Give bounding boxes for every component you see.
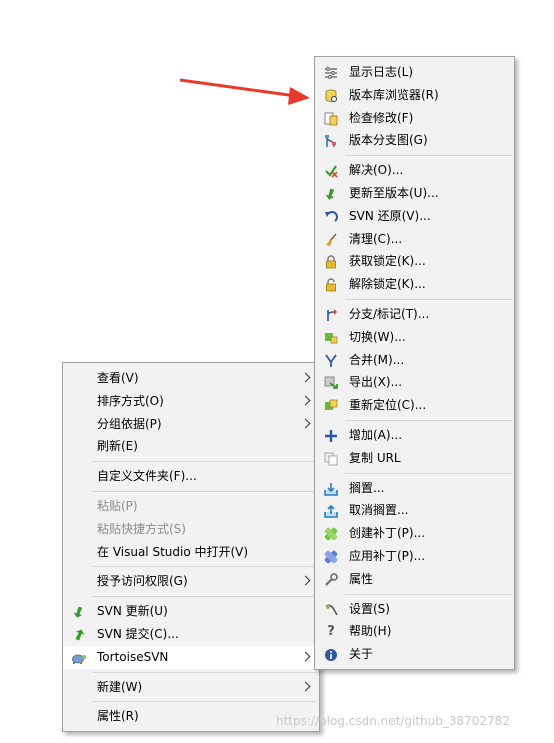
submenu-item-revert[interactable]: SVN 还原(V)... (315, 205, 514, 228)
chevron-right-icon (300, 395, 311, 406)
menu-item-give-access[interactable]: 授予访问权限(G) (63, 570, 319, 593)
resolve-icon (323, 163, 339, 179)
log-icon (323, 65, 339, 81)
menu-item-svn-update[interactable]: SVN 更新(U) (63, 600, 319, 623)
submenu-item-repo-browser[interactable]: 版本库浏览器(R) (315, 84, 514, 107)
chevron-right-icon (300, 372, 311, 383)
menu-item-paste-shortcut: 粘贴快捷方式(S) (97, 521, 186, 536)
submenu-item-settings[interactable]: 设置(S) (315, 598, 514, 621)
menu-item-paste: 粘贴(P) (97, 498, 138, 513)
context-menu: 查看(V) 排序方式(O) 分组依据(P) 刷新(E) 自定义文件夹(F)...… (62, 362, 320, 732)
menu-item-view[interactable]: 查看(V) (63, 367, 319, 390)
submenu-separator (345, 472, 512, 474)
menu-item-refresh[interactable]: 刷新(E) (63, 435, 319, 458)
submenu-item-show-log[interactable]: 显示日志(L) (315, 61, 514, 84)
copy-url-icon (323, 451, 339, 467)
chevron-right-icon (300, 681, 311, 692)
watermark: https://blog.csdn.net/github_38702782 (276, 714, 510, 728)
check-modifications-icon (323, 111, 339, 127)
submenu-item-cleanup[interactable]: 清理(C)... (315, 228, 514, 251)
submenu-separator (345, 298, 512, 300)
apply-patch-icon (323, 549, 339, 565)
merge-icon (323, 353, 339, 369)
cleanup-icon (323, 232, 339, 248)
menu-separator (93, 671, 317, 673)
submenu-item-revision-graph[interactable]: 版本分支图(G) (315, 129, 514, 152)
submenu-item-copy-url[interactable]: 复制 URL (315, 447, 514, 470)
update-icon (323, 186, 339, 202)
submenu-item-release-lock[interactable]: 解除锁定(K)... (315, 273, 514, 296)
chevron-right-icon (300, 575, 311, 586)
annotation-arrow (179, 78, 310, 105)
menu-separator (93, 461, 317, 463)
submenu-item-update-to-revision[interactable]: 更新至版本(U)... (315, 182, 514, 205)
switch-icon (323, 330, 339, 346)
submenu-separator (345, 419, 512, 421)
submenu-item-switch[interactable]: 切换(W)... (315, 326, 514, 349)
create-patch-icon (323, 526, 339, 542)
submenu-item-export[interactable]: 导出(X)... (315, 371, 514, 394)
relocate-icon (323, 398, 339, 414)
svn-commit-icon (71, 627, 87, 643)
submenu-item-create-patch[interactable]: 创建补丁(P)... (315, 522, 514, 545)
unlock-icon (323, 277, 339, 293)
submenu-item-get-lock[interactable]: 获取锁定(K)... (315, 250, 514, 273)
submenu-item-shelve[interactable]: 搁置... (315, 477, 514, 500)
menu-item-customize[interactable]: 自定义文件夹(F)... (63, 465, 319, 488)
menu-separator (93, 596, 317, 598)
menu-item-group[interactable]: 分组依据(P) (63, 413, 319, 436)
settings-icon (323, 602, 339, 618)
menu-item-open-visual-studio[interactable]: 在 Visual Studio 中打开(V) (63, 541, 319, 564)
submenu-item-check-modifications[interactable]: 检查修改(F) (315, 107, 514, 130)
submenu-item-add[interactable]: 增加(A)... (315, 424, 514, 447)
branch-icon (323, 307, 339, 323)
add-icon (323, 428, 339, 444)
revision-graph-icon (323, 133, 339, 149)
submenu-item-properties[interactable]: 属性 (315, 568, 514, 591)
export-icon (323, 375, 339, 391)
submenu-item-help[interactable]: ? 帮助(H) (315, 620, 514, 643)
lock-icon (323, 254, 339, 270)
wrench-icon (323, 572, 339, 588)
tortoisesvn-icon (71, 650, 87, 666)
submenu-item-merge[interactable]: 合并(M)... (315, 349, 514, 372)
repo-browser-icon (323, 88, 339, 104)
revert-icon (323, 209, 339, 225)
submenu-item-apply-patch[interactable]: 应用补丁(P)... (315, 545, 514, 568)
submenu-item-about[interactable]: 关于 (315, 643, 514, 666)
menu-item-svn-commit[interactable]: SVN 提交(C)... (63, 623, 319, 646)
menu-item-tortoisesvn[interactable]: TortoiseSVN (63, 645, 319, 669)
menu-separator (93, 566, 317, 568)
submenu-separator (345, 593, 512, 595)
tortoisesvn-submenu: 显示日志(L) 版本库浏览器(R) 检查修改(F) 版本分支图(G) 解决(O)… (314, 56, 515, 670)
menu-item-sort[interactable]: 排序方式(O) (63, 390, 319, 413)
submenu-item-relocate[interactable]: 重新定位(C)... (315, 394, 514, 417)
menu-separator (93, 701, 317, 703)
submenu-item-branch-tag[interactable]: 分支/标记(T)... (315, 303, 514, 326)
info-icon (323, 647, 339, 663)
submenu-item-unshelve[interactable]: 取消搁置... (315, 499, 514, 522)
chevron-right-icon (300, 651, 311, 662)
submenu-separator (345, 155, 512, 157)
chevron-right-icon (300, 418, 311, 429)
menu-item-new[interactable]: 新建(W) (63, 676, 319, 699)
shelve-icon (323, 481, 339, 497)
svn-update-icon (71, 604, 87, 620)
submenu-item-resolve[interactable]: 解决(O)... (315, 159, 514, 182)
menu-separator (93, 490, 317, 492)
unshelve-icon (323, 503, 339, 519)
help-icon: ? (327, 624, 335, 640)
